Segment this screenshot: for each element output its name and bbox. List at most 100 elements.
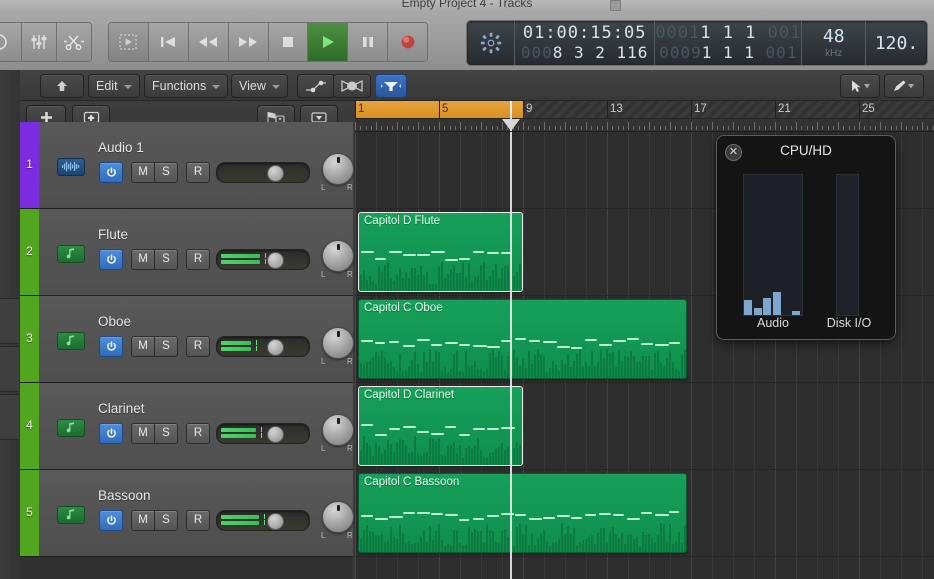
track-enable-button[interactable] [99, 248, 123, 270]
lcd-timecode[interactable]: 01:00:15:05 0008 3 2 116 [515, 21, 656, 65]
cpu-hd-window[interactable]: ✕ CPU/HD Audio Disk I/O [716, 135, 896, 340]
cpu-core-column [792, 175, 801, 315]
track-solo-button[interactable]: S [154, 335, 178, 357]
lcd-display[interactable]: 01:00:15:05 0008 3 2 116 00011 1 1 001 0… [466, 20, 928, 66]
region-waveform-bar [429, 349, 431, 378]
hierarchy-up-button[interactable] [40, 74, 84, 98]
region-note-line [389, 341, 400, 344]
audio-waveform-icon[interactable] [57, 157, 85, 176]
pencil-tool[interactable] [884, 74, 924, 98]
track-name[interactable]: Audio 1 [98, 140, 144, 155]
lane-divider [355, 382, 934, 383]
midi-note-icon[interactable] [57, 418, 85, 437]
track-volume-slider[interactable] [216, 248, 310, 270]
track-volume-slider[interactable] [216, 509, 310, 531]
region[interactable]: Capitol C Oboe [358, 299, 687, 379]
region-waveform-bar [648, 355, 650, 378]
pointer-tool[interactable] [840, 74, 880, 98]
midi-note-icon[interactable] [57, 331, 85, 350]
track-name[interactable]: Flute [98, 227, 128, 242]
track-level-meter [221, 427, 257, 432]
track-volume-slider[interactable] [216, 161, 310, 183]
track-name[interactable]: Clarinet [98, 401, 145, 416]
track-header[interactable]: 5 Bassoon M S R L R [20, 470, 354, 557]
track-solo-button[interactable]: S [154, 509, 178, 531]
midi-note-icon[interactable] [57, 505, 85, 524]
region-waveform-bar [480, 265, 482, 291]
catch-playhead-button[interactable] [375, 74, 407, 98]
track-record-button[interactable]: R [186, 161, 210, 183]
track-mute-button[interactable]: M [131, 335, 154, 357]
go-to-beginning-button[interactable] [148, 23, 189, 61]
track-mute-button[interactable]: M [131, 509, 154, 531]
track-solo-button[interactable]: S [154, 161, 178, 183]
track-record-button[interactable]: R [186, 248, 210, 270]
track-enable-button[interactable] [99, 422, 123, 444]
pan-knob[interactable] [322, 413, 354, 446]
track-mute-button[interactable]: M [131, 422, 154, 444]
track-header[interactable]: 2 Flute M S R L R [20, 209, 354, 296]
rewind-button[interactable] [188, 23, 229, 61]
region-waveform-bar [567, 526, 569, 552]
mute-solo-group: MS [131, 161, 178, 183]
pan-knob[interactable] [322, 326, 354, 359]
pan-knob[interactable] [322, 500, 354, 533]
record-button[interactable] [388, 23, 427, 61]
track-header[interactable]: 4 Clarinet M S R L R [20, 383, 354, 470]
track-enable-button[interactable] [99, 161, 123, 183]
cycle-button[interactable] [109, 23, 149, 61]
track-solo-button[interactable]: S [154, 248, 178, 270]
track-volume-slider[interactable] [216, 335, 310, 357]
track-enable-button[interactable] [99, 509, 123, 531]
region[interactable]: Capitol C Bassoon [358, 473, 687, 553]
region-waveform-bar [417, 542, 419, 552]
region-waveform-bar [396, 539, 398, 552]
scissors-icon[interactable] [57, 23, 91, 61]
flex-button[interactable] [333, 74, 371, 98]
track-record-button[interactable]: R [186, 422, 210, 444]
volume-knob[interactable] [266, 512, 284, 530]
playhead-handle[interactable] [502, 119, 520, 131]
partial-icon[interactable] [0, 23, 22, 61]
volume-knob[interactable] [266, 338, 284, 356]
track-volume-slider[interactable] [216, 422, 310, 444]
volume-knob[interactable] [266, 425, 284, 443]
track-name[interactable]: Oboe [98, 314, 131, 329]
stop-button[interactable] [268, 23, 309, 61]
volume-knob[interactable] [266, 164, 284, 182]
region-waveform-bar [552, 542, 554, 552]
midi-note-icon[interactable] [57, 244, 85, 263]
track-header[interactable]: 1 Audio 1MSRLR [20, 122, 354, 209]
menu-edit[interactable]: Edit [88, 74, 140, 98]
bar-ruler[interactable]: 1 5 9 13 17 21 25 [355, 101, 934, 132]
ruler-ticks [355, 119, 934, 131]
track-record-button[interactable]: R [186, 509, 210, 531]
region-waveform-bar [465, 447, 467, 465]
forward-button[interactable] [228, 23, 269, 61]
region[interactable]: Capitol D Clarinet [358, 386, 523, 466]
pan-right-label: R [347, 356, 353, 366]
lcd-sample-rate[interactable]: 48 kHz [802, 21, 867, 65]
track-header[interactable]: 3 Oboe M S R L R [20, 296, 354, 383]
volume-knob[interactable] [266, 251, 284, 269]
audio-meter-label: Audio [757, 316, 789, 330]
lcd-settings-button[interactable] [467, 21, 515, 65]
track-record-button[interactable]: R [186, 335, 210, 357]
play-button[interactable] [308, 23, 349, 61]
menu-functions[interactable]: Functions [144, 74, 229, 98]
pause-button[interactable] [348, 23, 389, 61]
pan-knob[interactable] [322, 152, 354, 185]
region-waveform-bar [366, 280, 368, 291]
track-mute-button[interactable]: M [131, 161, 154, 183]
mixer-icon[interactable] [22, 23, 57, 61]
pan-knob[interactable] [322, 239, 354, 272]
menu-view[interactable]: View [231, 74, 288, 98]
region[interactable]: Capitol D Flute [358, 212, 523, 292]
track-enable-button[interactable] [99, 335, 123, 357]
lcd-tempo[interactable]: 120. [866, 21, 927, 65]
track-name[interactable]: Bassoon [98, 488, 151, 503]
track-mute-button[interactable]: M [131, 248, 154, 270]
lcd-position[interactable]: 00011 1 1 001 00091 1 1 001 [655, 21, 803, 65]
track-solo-button[interactable]: S [154, 422, 178, 444]
automation-button[interactable] [297, 74, 335, 98]
